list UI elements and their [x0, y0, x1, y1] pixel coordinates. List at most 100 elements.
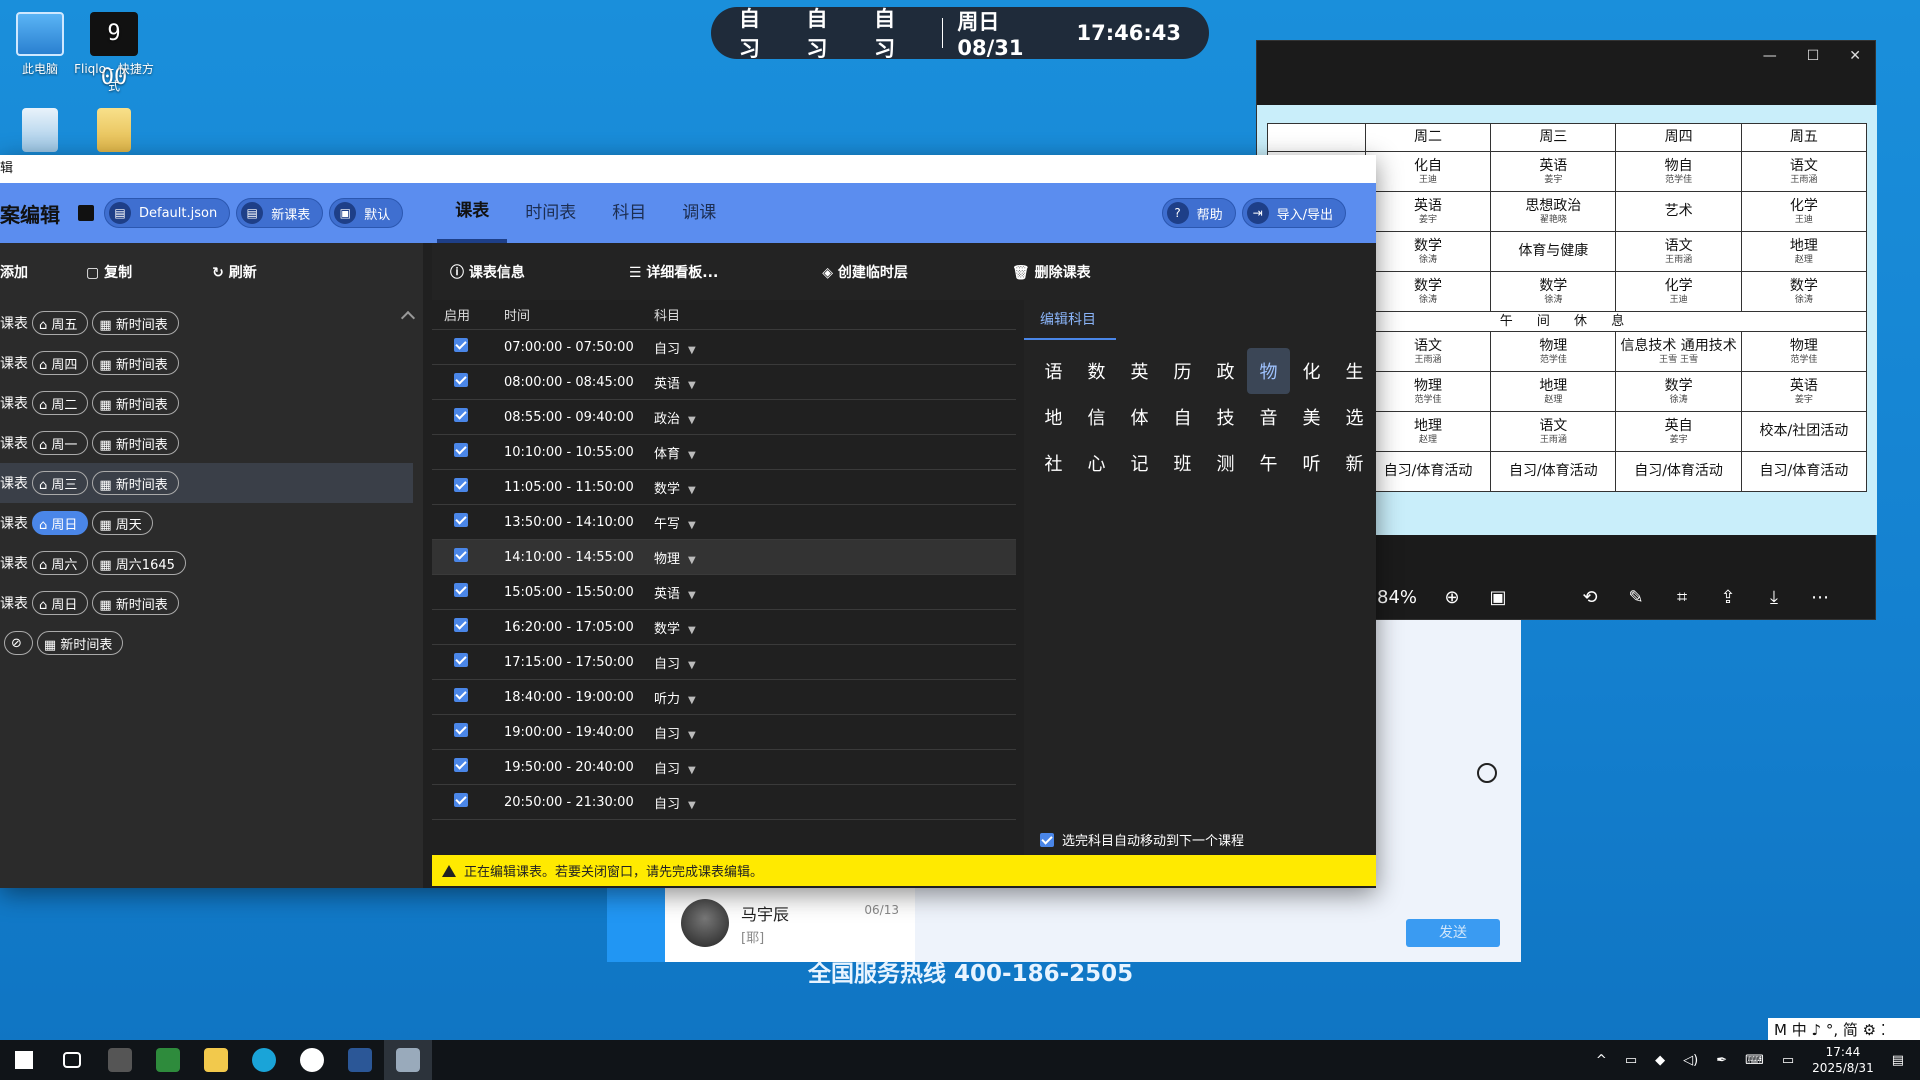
subject-button[interactable]: 午 — [1247, 440, 1290, 486]
volume-icon[interactable]: ◁) — [1683, 1053, 1698, 1068]
delete-button[interactable]: 🗑 删除课表 — [1012, 262, 1143, 282]
keyboard-icon[interactable]: ⌨ — [1745, 1053, 1764, 1068]
lesson-row[interactable]: 14:10:00 - 14:55:00 物理 ▼ — [432, 540, 1016, 575]
subject-button[interactable]: 心 — [1075, 440, 1118, 486]
refresh-button[interactable]: ↻ 刷新 — [212, 262, 297, 282]
download-icon[interactable]: ⤓ — [1763, 587, 1785, 608]
lesson-row[interactable]: 07:00:00 - 07:50:00 自习 ▼ — [432, 330, 1016, 365]
add-button[interactable]: 添加 — [0, 262, 28, 282]
tab-adjust[interactable]: 调课 — [664, 183, 734, 243]
taskbar-clock[interactable]: 17:44 2025/8/31 — [1812, 1044, 1874, 1076]
subject-button[interactable]: 数 — [1075, 348, 1118, 394]
minimize-icon[interactable]: — — [1763, 48, 1777, 64]
subject-button[interactable]: 技 — [1204, 394, 1247, 440]
file-explorer-icon[interactable] — [192, 1040, 240, 1080]
enabled-checkbox[interactable] — [454, 408, 468, 422]
close-icon[interactable]: ✕ — [1849, 48, 1861, 64]
word-icon[interactable] — [336, 1040, 384, 1080]
share-icon[interactable]: ⇪ — [1717, 587, 1739, 608]
subject-select[interactable]: 自习 ▼ — [654, 338, 854, 357]
enabled-checkbox[interactable] — [454, 723, 468, 737]
schedule-list-item[interactable]: 课表 ⌂ 周三 ▦ 新时间表 — [0, 463, 413, 503]
profile-chip[interactable]: ▤ Default.json — [104, 198, 231, 228]
subject-button[interactable]: 测 — [1204, 440, 1247, 486]
lesson-row[interactable]: 15:05:00 - 15:50:00 英语 ▼ — [432, 575, 1016, 610]
subject-button[interactable]: 英 — [1118, 348, 1161, 394]
chevron-up-icon[interactable]: ^ — [1596, 1053, 1607, 1068]
desktop-icon-fliqlo[interactable]: 9 00 Fliqlo - 快捷方式 — [74, 12, 154, 94]
subject-button[interactable]: 班 — [1161, 440, 1204, 486]
subject-button[interactable]: 历 — [1161, 348, 1204, 394]
subject-button[interactable]: 选 — [1333, 394, 1376, 440]
enabled-checkbox[interactable] — [454, 758, 468, 772]
schedule-list-item[interactable]: ⊘ ▦ 新时间表 — [0, 623, 420, 663]
tab-schedule[interactable]: 课表 — [437, 183, 508, 243]
edit-icon[interactable]: ✎ — [1625, 587, 1647, 608]
subject-select[interactable]: 自习 ▼ — [654, 653, 854, 672]
enabled-checkbox[interactable] — [454, 443, 468, 457]
subject-button[interactable]: 生 — [1333, 348, 1376, 394]
subject-select[interactable]: 数学 ▼ — [654, 618, 854, 637]
save-icon[interactable] — [78, 205, 94, 221]
enabled-checkbox[interactable] — [454, 338, 468, 352]
enabled-checkbox[interactable] — [454, 653, 468, 667]
actual-size-icon[interactable]: ▣ — [1487, 587, 1509, 608]
rotate-icon[interactable]: ⟲ — [1579, 587, 1601, 608]
subject-select[interactable]: 听力 ▼ — [654, 688, 854, 707]
subject-button[interactable]: 语 — [1032, 348, 1075, 394]
subject-button[interactable]: 新 — [1333, 440, 1376, 486]
subject-select[interactable]: 物理 ▼ — [654, 548, 854, 567]
app-icon[interactable] — [96, 1040, 144, 1080]
maximize-icon[interactable]: ☐ — [1807, 48, 1820, 64]
lesson-row[interactable]: 17:15:00 - 17:50:00 自习 ▼ — [432, 645, 1016, 680]
auto-move-option[interactable]: 选完科目自动移动到下一个课程 — [1040, 830, 1244, 849]
enabled-checkbox[interactable] — [454, 548, 468, 562]
subject-select[interactable]: 英语 ▼ — [654, 373, 854, 392]
schedule-list-item[interactable]: 课表 ⌂ 周六 ▦ 周六1645 — [0, 543, 420, 583]
schedule-chip[interactable]: ▤ 新课表 — [236, 198, 324, 228]
temp-layer-button[interactable]: ◈ 创建临时层 — [822, 262, 960, 282]
subject-select[interactable]: 体育 ▼ — [654, 443, 854, 462]
subject-button[interactable]: 听 — [1290, 440, 1333, 486]
tab-timetable[interactable]: 时间表 — [507, 183, 594, 243]
enabled-checkbox[interactable] — [454, 373, 468, 387]
subject-button[interactable]: 体 — [1118, 394, 1161, 440]
subject-button[interactable]: 物 — [1247, 348, 1290, 394]
schedule-list-item[interactable]: 课表 ⌂ 周日 ▦ 周天 — [0, 503, 420, 543]
qq-icon[interactable] — [288, 1040, 336, 1080]
lesson-row[interactable]: 20:50:00 - 21:30:00 自习 ▼ — [432, 785, 1016, 820]
enabled-checkbox[interactable] — [454, 793, 468, 807]
subject-select[interactable]: 自习 ▼ — [654, 758, 854, 777]
schedule-list-item[interactable]: 课表 ⌂ 周四 ▦ 新时间表 — [0, 343, 420, 383]
lesson-row[interactable]: 08:00:00 - 08:45:00 英语 ▼ — [432, 365, 1016, 400]
network-icon[interactable]: ▭ — [1625, 1053, 1637, 1068]
help-button[interactable]: ? 帮助 — [1161, 198, 1236, 228]
notification-icon[interactable]: ▤ — [1892, 1053, 1904, 1068]
subject-button[interactable]: 美 — [1290, 394, 1333, 440]
copy-button[interactable]: ▢ 复制 — [86, 262, 172, 282]
enabled-checkbox[interactable] — [454, 688, 468, 702]
more-icon[interactable]: ⋯ — [1809, 587, 1831, 608]
lesson-row[interactable]: 08:55:00 - 09:40:00 政治 ▼ — [432, 400, 1016, 435]
en-app-icon[interactable] — [144, 1040, 192, 1080]
checkbox[interactable] — [1040, 832, 1054, 847]
import-export-button[interactable]: ⇥ 导入/导出 — [1241, 198, 1346, 228]
lesson-row[interactable]: 16:20:00 - 17:05:00 数学 ▼ — [432, 610, 1016, 645]
info-button[interactable]: ⓘ 课表信息 — [450, 262, 577, 282]
subject-panel-title[interactable]: 编辑科目 — [1024, 300, 1116, 340]
subject-select[interactable]: 数学 ▼ — [654, 478, 854, 497]
lesson-row[interactable]: 13:50:00 - 14:10:00 午写 ▼ — [432, 505, 1016, 540]
schedule-list-item[interactable]: 课表 ⌂ 周一 ▦ 新时间表 — [0, 423, 420, 463]
tab-subjects[interactable]: 科目 — [594, 183, 664, 243]
theme-chip[interactable]: ▣ 默认 — [329, 198, 404, 228]
subject-button[interactable]: 社 — [1032, 440, 1075, 486]
schedule-list-item[interactable]: 课表 ⌂ 周五 ▦ 新时间表 — [0, 303, 420, 343]
schedule-list-item[interactable]: 课表 ⌂ 周二 ▦ 新时间表 — [0, 383, 420, 423]
subject-select[interactable]: 政治 ▼ — [654, 408, 854, 427]
task-view-icon[interactable] — [48, 1040, 96, 1080]
subject-button[interactable]: 记 — [1118, 440, 1161, 486]
edge-icon[interactable] — [240, 1040, 288, 1080]
ime-toolbar[interactable]: M 中 ♪ °, 简 ⚙ ⁚ — [1768, 1018, 1920, 1040]
lesson-row[interactable]: 19:00:00 - 19:40:00 自习 ▼ — [432, 715, 1016, 750]
subject-button[interactable]: 政 — [1204, 348, 1247, 394]
